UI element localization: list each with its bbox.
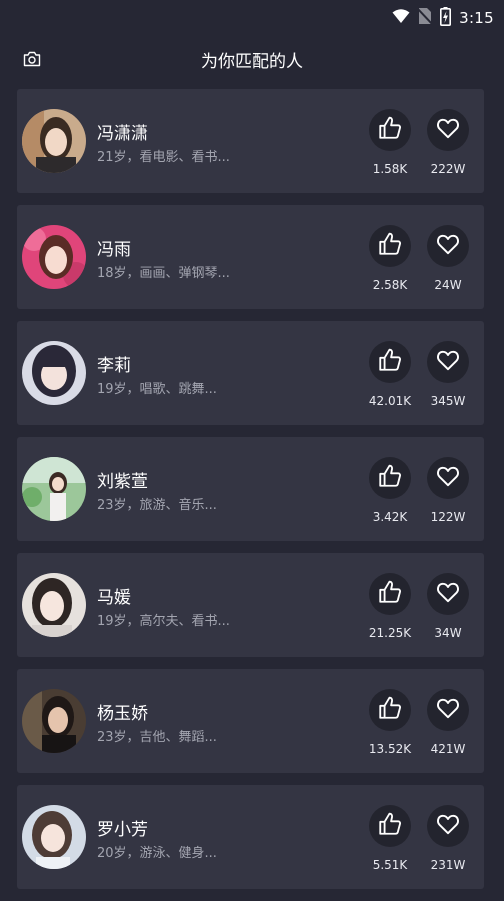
favorite-button[interactable]: 222W <box>418 109 478 179</box>
list-item[interactable]: 李莉 19岁，唱歌、跳舞... 42.01K 345W <box>17 321 484 425</box>
favorite-button[interactable]: 24W <box>418 225 478 295</box>
avatar[interactable] <box>22 457 86 521</box>
like-circle[interactable] <box>369 341 411 383</box>
no-sim-icon <box>417 7 433 29</box>
favorite-circle[interactable] <box>427 457 469 499</box>
like-count: 5.51K <box>372 858 408 872</box>
favorite-circle[interactable] <box>427 109 469 151</box>
favorite-count: 421W <box>430 742 466 756</box>
avatar[interactable] <box>22 689 86 753</box>
thumbs-up-icon <box>377 231 403 261</box>
match-list: 冯潇潇 21岁，看电影、看书... 1.58K 222W 冯雨 18岁，画画、弹… <box>17 89 484 901</box>
favorite-count: 34W <box>434 626 462 640</box>
like-button[interactable]: 42.01K <box>360 341 420 411</box>
favorite-count: 122W <box>430 510 466 524</box>
favorite-circle[interactable] <box>427 573 469 615</box>
list-item[interactable]: 刘紫萱 23岁，旅游、音乐... 3.42K 122W <box>17 437 484 541</box>
like-button[interactable]: 21.25K <box>360 573 420 643</box>
heart-icon <box>435 695 461 725</box>
avatar[interactable] <box>22 573 86 637</box>
thumbs-up-icon <box>377 463 403 493</box>
page-title: 为你匹配的人 <box>201 52 303 72</box>
heart-icon <box>435 231 461 261</box>
favorite-count: 24W <box>434 278 462 292</box>
like-count: 13.52K <box>368 742 412 756</box>
like-count: 1.58K <box>372 162 408 176</box>
person-name: 冯潇潇 <box>97 124 148 144</box>
person-name: 李莉 <box>97 356 131 376</box>
thumbs-up-icon <box>377 579 403 609</box>
thumbs-up-icon <box>377 695 403 725</box>
like-circle[interactable] <box>369 573 411 615</box>
list-item[interactable]: 杨玉娇 23岁，吉他、舞蹈... 13.52K 421W <box>17 669 484 773</box>
like-count: 2.58K <box>372 278 408 292</box>
like-circle[interactable] <box>369 225 411 267</box>
person-description: 19岁，唱歌、跳舞... <box>97 382 217 397</box>
avatar[interactable] <box>22 109 86 173</box>
list-item[interactable]: 马媛 19岁，高尔夫、看书... 21.25K 34W <box>17 553 484 657</box>
thumbs-up-icon <box>377 347 403 377</box>
avatar[interactable] <box>22 225 86 289</box>
favorite-button[interactable]: 122W <box>418 457 478 527</box>
person-description: 23岁，旅游、音乐... <box>97 498 217 513</box>
person-name: 冯雨 <box>97 240 131 260</box>
person-name: 罗小芳 <box>97 820 148 840</box>
thumbs-up-icon <box>377 115 403 145</box>
person-description: 19岁，高尔夫、看书... <box>97 614 230 629</box>
header: 为你匹配的人 <box>0 36 504 84</box>
like-button[interactable]: 3.42K <box>360 457 420 527</box>
status-bar: 3:15 <box>0 0 504 36</box>
favorite-circle[interactable] <box>427 689 469 731</box>
like-button[interactable]: 2.58K <box>360 225 420 295</box>
like-button[interactable]: 5.51K <box>360 805 420 875</box>
favorite-button[interactable]: 34W <box>418 573 478 643</box>
person-name: 刘紫萱 <box>97 472 148 492</box>
like-circle[interactable] <box>369 805 411 847</box>
favorite-circle[interactable] <box>427 341 469 383</box>
wifi-icon <box>392 8 410 28</box>
heart-icon <box>435 811 461 841</box>
avatar[interactable] <box>22 805 86 869</box>
like-circle[interactable] <box>369 689 411 731</box>
favorite-button[interactable]: 345W <box>418 341 478 411</box>
like-button[interactable]: 13.52K <box>360 689 420 759</box>
person-description: 21岁，看电影、看书... <box>97 150 230 165</box>
avatar[interactable] <box>22 341 86 405</box>
status-time: 3:15 <box>459 9 494 27</box>
favorite-button[interactable]: 421W <box>418 689 478 759</box>
like-button[interactable]: 1.58K <box>360 109 420 179</box>
list-item[interactable]: 冯潇潇 21岁，看电影、看书... 1.58K 222W <box>17 89 484 193</box>
heart-icon <box>435 579 461 609</box>
like-count: 3.42K <box>372 510 408 524</box>
favorite-count: 222W <box>430 162 466 176</box>
heart-icon <box>435 347 461 377</box>
favorite-circle[interactable] <box>427 225 469 267</box>
person-description: 18岁，画画、弹钢琴... <box>97 266 230 281</box>
favorite-button[interactable]: 231W <box>418 805 478 875</box>
like-circle[interactable] <box>369 109 411 151</box>
like-count: 21.25K <box>368 626 412 640</box>
person-name: 马媛 <box>97 588 131 608</box>
heart-icon <box>435 115 461 145</box>
favorite-count: 231W <box>430 858 466 872</box>
status-icons: 3:15 <box>392 6 494 30</box>
person-name: 杨玉娇 <box>97 704 148 724</box>
thumbs-up-icon <box>377 811 403 841</box>
favorite-count: 345W <box>430 394 466 408</box>
list-item[interactable]: 冯雨 18岁，画画、弹钢琴... 2.58K 24W <box>17 205 484 309</box>
favorite-circle[interactable] <box>427 805 469 847</box>
heart-icon <box>435 463 461 493</box>
person-description: 20岁，游泳、健身... <box>97 846 217 861</box>
like-count: 42.01K <box>368 394 412 408</box>
person-description: 23岁，吉他、舞蹈... <box>97 730 217 745</box>
list-item[interactable]: 罗小芳 20岁，游泳、健身... 5.51K 231W <box>17 785 484 889</box>
battery-charging-icon <box>440 6 452 30</box>
like-circle[interactable] <box>369 457 411 499</box>
